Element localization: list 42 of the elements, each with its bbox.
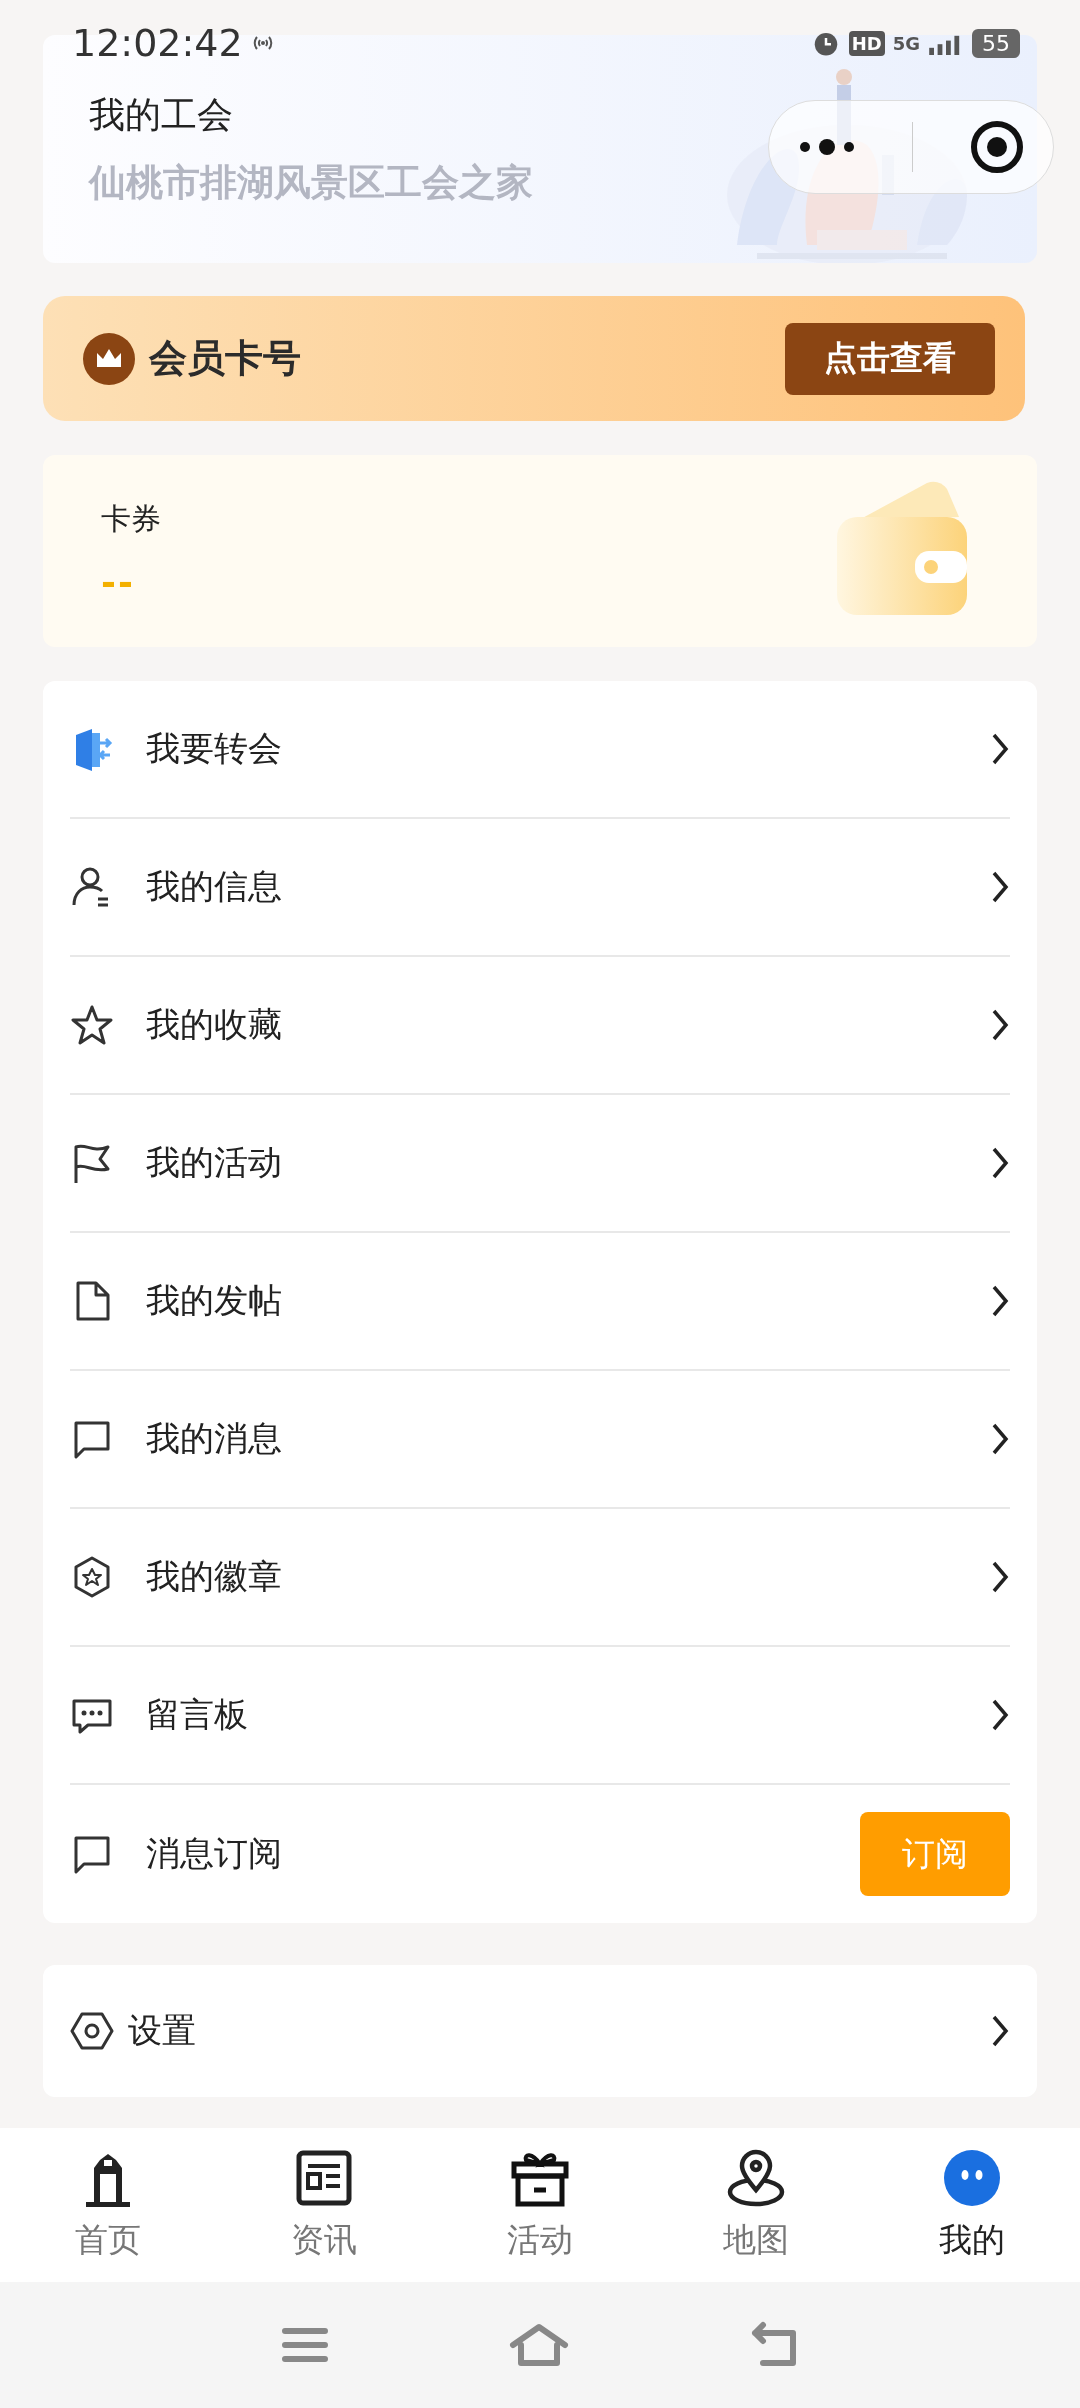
chevron-right-icon	[990, 1284, 1010, 1318]
home-icon[interactable]	[509, 2323, 569, 2367]
chevron-right-icon	[990, 1146, 1010, 1180]
union-name: 仙桃市排湖风景区工会之家	[89, 160, 533, 206]
menu-item[interactable]: 我要转会	[70, 681, 1010, 819]
menu-item[interactable]: 我的徽章	[70, 1509, 1010, 1647]
battery-level: 55	[972, 28, 1020, 58]
map-pin-icon	[726, 2147, 786, 2208]
network-label: 5G	[892, 32, 920, 54]
tab[interactable]: 地图	[648, 2128, 864, 2282]
crown-icon	[83, 332, 135, 385]
smiley-icon	[942, 2147, 1002, 2208]
chevron-right-icon	[990, 732, 1010, 766]
member-card-label: 会员卡号	[149, 335, 301, 382]
chevron-right-icon	[990, 2014, 1010, 2048]
chevron-right-icon	[990, 1560, 1010, 1594]
chevron-right-icon	[990, 1008, 1010, 1042]
union-title: 我的工会	[89, 93, 234, 137]
menu-item[interactable]: 我的发帖	[70, 1233, 1010, 1371]
settings-item[interactable]: 设置	[43, 1965, 1037, 2097]
menu-item[interactable]: 我的信息	[70, 819, 1010, 957]
tab[interactable]: 我的	[864, 2128, 1080, 2282]
coupon-label: 卡券	[101, 500, 162, 538]
close-icon[interactable]	[969, 119, 1026, 175]
menu-item[interactable]: 我的收藏	[70, 957, 1010, 1095]
tab[interactable]: 资讯	[216, 2128, 432, 2282]
chevron-right-icon	[990, 1422, 1010, 1456]
tab[interactable]: 活动	[432, 2128, 648, 2282]
tab[interactable]: 首页	[0, 2128, 216, 2282]
chevron-right-icon	[990, 870, 1010, 904]
menu-icon[interactable]	[281, 2325, 329, 2365]
star-icon	[70, 1003, 114, 1047]
menu-item[interactable]: 我的活动	[70, 1095, 1010, 1233]
hd-badge: HD	[848, 30, 885, 56]
coupon-count: --	[101, 562, 136, 603]
menu-item[interactable]: 留言板	[70, 1647, 1010, 1785]
back-icon[interactable]	[749, 2321, 799, 2369]
chevron-right-icon	[990, 1698, 1010, 1732]
subscribe-row: 消息订阅 订阅	[70, 1785, 1010, 1923]
status-time: 12:02:42	[72, 21, 243, 65]
menu-item[interactable]: 我的消息	[70, 1371, 1010, 1509]
view-button[interactable]: 点击查看	[785, 322, 995, 395]
